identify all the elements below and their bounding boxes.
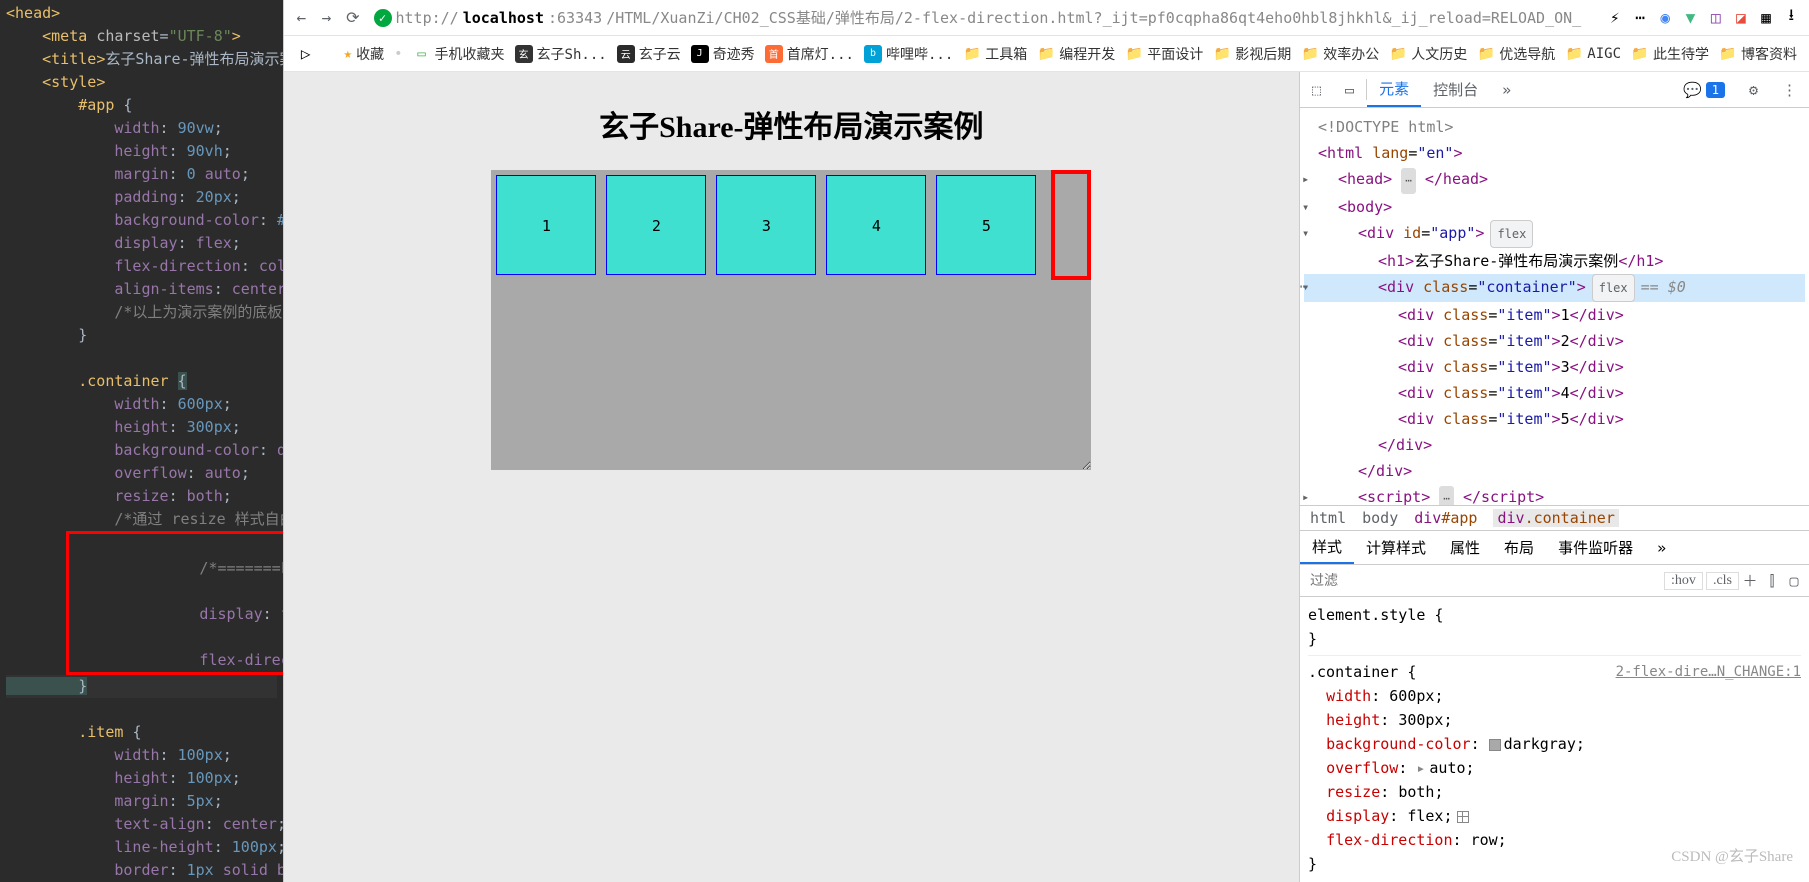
bookmark-folder[interactable]: 📁AIGC <box>1565 45 1621 63</box>
computed-panel-icon[interactable]: ⫿ <box>1761 572 1783 590</box>
device-icon[interactable]: ▭ <box>1333 72 1366 107</box>
subtab-computed[interactable]: 计算样式 <box>1354 531 1438 564</box>
bookmark[interactable]: 首首席灯... <box>765 44 854 64</box>
ext-icon-1[interactable]: ◉ <box>1660 8 1671 28</box>
subtab-layout[interactable]: 属性 <box>1438 531 1492 564</box>
styles-filter: :hov .cls ＋ ⫿ ▢ <box>1300 565 1809 597</box>
elements-tree[interactable]: <!DOCTYPE html> <html lang="en"> ▸<head>… <box>1300 108 1809 505</box>
subtab-more[interactable]: » <box>1645 531 1678 564</box>
download-icon[interactable]: ⭳ <box>1786 8 1797 28</box>
devtools-panel: ⬚ ▭ 元素 控制台 » 💬1 ⚙ ⋮ <!DOCTYPE html> <htm… <box>1299 72 1809 882</box>
bookmark[interactable]: 云玄子云 <box>617 44 681 64</box>
bookmark-folder[interactable]: 📁编程开发 <box>1037 44 1115 64</box>
lightning-icon[interactable]: ⚡ <box>1609 8 1620 28</box>
bookmark[interactable]: 玄玄子Sh... <box>515 44 607 64</box>
highlight-outline <box>1051 170 1091 280</box>
tab-elements[interactable]: 元素 <box>1367 72 1421 107</box>
subtab-box[interactable]: 布局 <box>1492 531 1546 564</box>
ext-icon-2[interactable]: ▼ <box>1685 8 1696 28</box>
bookmark-folder[interactable]: 📁平面设计 <box>1125 44 1203 64</box>
flex-item: 5 <box>936 175 1036 275</box>
bookmark-folder[interactable]: 📁博客资料 <box>1719 44 1797 64</box>
bookmark-folder[interactable]: 📁优选导航 <box>1477 44 1555 64</box>
flex-item: 2 <box>606 175 706 275</box>
bookmark[interactable]: b哔哩哔... <box>864 44 953 64</box>
favorites[interactable]: ★收藏 <box>344 44 384 64</box>
sidebar-icon[interactable]: ▷ <box>296 44 316 64</box>
tab-more[interactable]: » <box>1490 72 1523 107</box>
code-line: <head> <box>6 4 60 22</box>
breadcrumb[interactable]: html body div#app div.container <box>1300 505 1809 531</box>
cls-button[interactable]: .cls <box>1706 572 1739 590</box>
devtools-tabs: ⬚ ▭ 元素 控制台 » 💬1 ⚙ ⋮ <box>1300 72 1809 108</box>
kebab-icon[interactable]: ⋮ <box>1770 72 1809 107</box>
more-icon[interactable]: ⋯ <box>1634 8 1645 28</box>
bookmark-folder[interactable]: 📁人文历史 <box>1389 44 1467 64</box>
bookmark-folder[interactable]: 📁效率办公 <box>1301 44 1379 64</box>
ext-icon-4[interactable]: ◪ <box>1735 8 1746 28</box>
page-viewport: 玄子Share-弹性布局演示案例 1 2 3 4 5 <box>284 72 1299 882</box>
add-rule-icon[interactable]: ＋ <box>1739 570 1761 591</box>
selected-node[interactable]: ⋯▾<div class="container">flex== $0 <box>1304 274 1805 302</box>
flex-item: 3 <box>716 175 816 275</box>
apps-icon[interactable]: ▦ <box>1761 8 1772 28</box>
browser-pane: ← → ⟳ ✓ http://localhost:63343/HTML/Xuan… <box>283 0 1809 882</box>
ext-icon-3[interactable]: ◫ <box>1710 8 1721 28</box>
subtab-listeners[interactable]: 事件监听器 <box>1546 531 1645 564</box>
bookmark-folder[interactable]: 📁影视后期 <box>1213 44 1291 64</box>
bookmark-folder[interactable]: 📁工具箱 <box>963 44 1027 64</box>
lock-icon: ✓ <box>374 9 392 27</box>
settings-icon[interactable]: ⚙ <box>1737 72 1770 107</box>
flex-item: 1 <box>496 175 596 275</box>
code-editor: <head> <meta charset="UTF-8"> <title>玄子S… <box>0 0 283 882</box>
page-title: 玄子Share-弹性布局演示案例 <box>599 102 983 146</box>
styles-pane[interactable]: element.style { } 2-flex-dire…N_CHANGE:1… <box>1300 597 1809 882</box>
nav-toolbar: ← → ⟳ ✓ http://localhost:63343/HTML/Xuan… <box>284 0 1809 36</box>
bookmarks-bar: ▷ ★收藏 • ▭手机收藏夹 玄玄子Sh... 云玄子云 J奇迹秀 首首席灯..… <box>284 36 1809 72</box>
styles-tabs: 样式 计算样式 属性 布局 事件监听器 » <box>1300 531 1809 565</box>
tab-console[interactable]: 控制台 <box>1421 72 1490 107</box>
inspect-icon[interactable]: ⬚ <box>1300 72 1333 107</box>
url-bar[interactable]: ✓ http://localhost:63343/HTML/XuanZi/CH0… <box>374 7 1582 28</box>
forward-button[interactable]: → <box>321 8 332 28</box>
filter-input[interactable] <box>1304 573 1661 589</box>
panel-toggle-icon[interactable]: ▢ <box>1783 572 1805 590</box>
messages-badge[interactable]: 💬1 <box>1671 72 1737 107</box>
bookmark[interactable]: J奇迹秀 <box>691 44 755 64</box>
reload-button[interactable]: ⟳ <box>346 8 359 28</box>
bookmark[interactable]: ▭手机收藏夹 <box>413 44 505 64</box>
subtab-styles[interactable]: 样式 <box>1300 531 1354 564</box>
flex-container[interactable]: 1 2 3 4 5 <box>491 170 1091 470</box>
hov-button[interactable]: :hov <box>1664 572 1703 590</box>
bookmark-folder[interactable]: 📁此生待学 <box>1631 44 1709 64</box>
back-button[interactable]: ← <box>296 8 307 28</box>
flex-item: 4 <box>826 175 926 275</box>
